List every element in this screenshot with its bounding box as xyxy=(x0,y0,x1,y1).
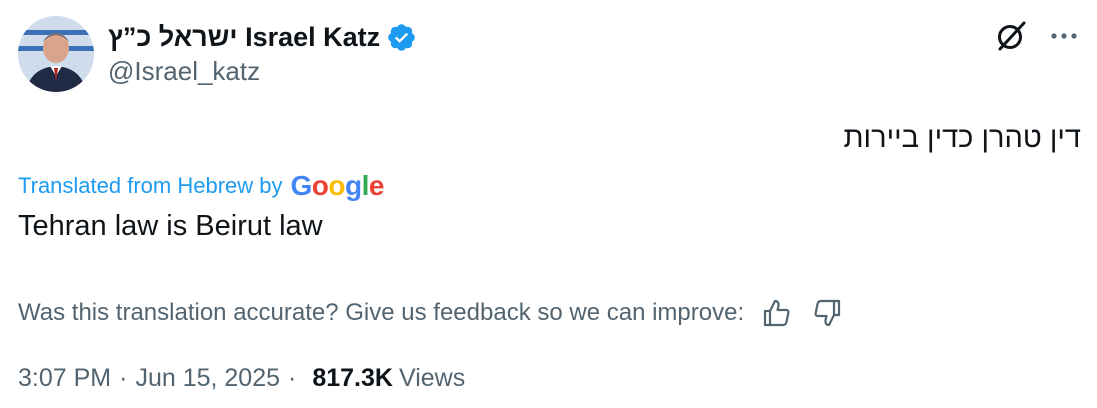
translated-from-label: Translated from Hebrew by xyxy=(18,173,283,198)
thumbs-down-icon[interactable] xyxy=(810,296,844,330)
tweet-meta: 3:07 PM · Jun 15, 2025 · 817.3K Views xyxy=(18,364,465,393)
feedback-prompt: Was this translation accurate? Give us f… xyxy=(18,299,745,326)
translated-from-link[interactable]: Translated from Hebrew by Google xyxy=(18,170,384,202)
meta-separator: · xyxy=(119,364,128,392)
avatar[interactable] xyxy=(18,16,94,92)
views-count: 817.3K xyxy=(312,364,393,392)
avatar-image xyxy=(18,16,94,92)
translated-text: Tehran law is Beirut law xyxy=(18,210,323,242)
tweet-text: דין טהרן כדין ביירות xyxy=(843,122,1081,154)
thumbs-up-icon[interactable] xyxy=(760,296,794,330)
meta-separator: · xyxy=(288,364,297,392)
translation-feedback: Was this translation accurate? Give us f… xyxy=(18,296,844,330)
google-logo: Google xyxy=(290,170,385,201)
tweet-time[interactable]: 3:07 PM xyxy=(18,364,111,393)
author-name[interactable]: ישראל כ”ץ Israel Katz xyxy=(108,22,380,53)
more-icon[interactable] xyxy=(1044,18,1084,54)
author-name-row[interactable]: ישראל כ”ץ Israel Katz xyxy=(108,17,417,57)
views-label: Views xyxy=(398,364,466,392)
grok-icon[interactable] xyxy=(994,18,1030,54)
tweet-date[interactable]: Jun 15, 2025 xyxy=(135,364,280,393)
author-handle[interactable]: @Israel_katz xyxy=(108,56,260,87)
verified-badge-icon xyxy=(386,22,417,53)
